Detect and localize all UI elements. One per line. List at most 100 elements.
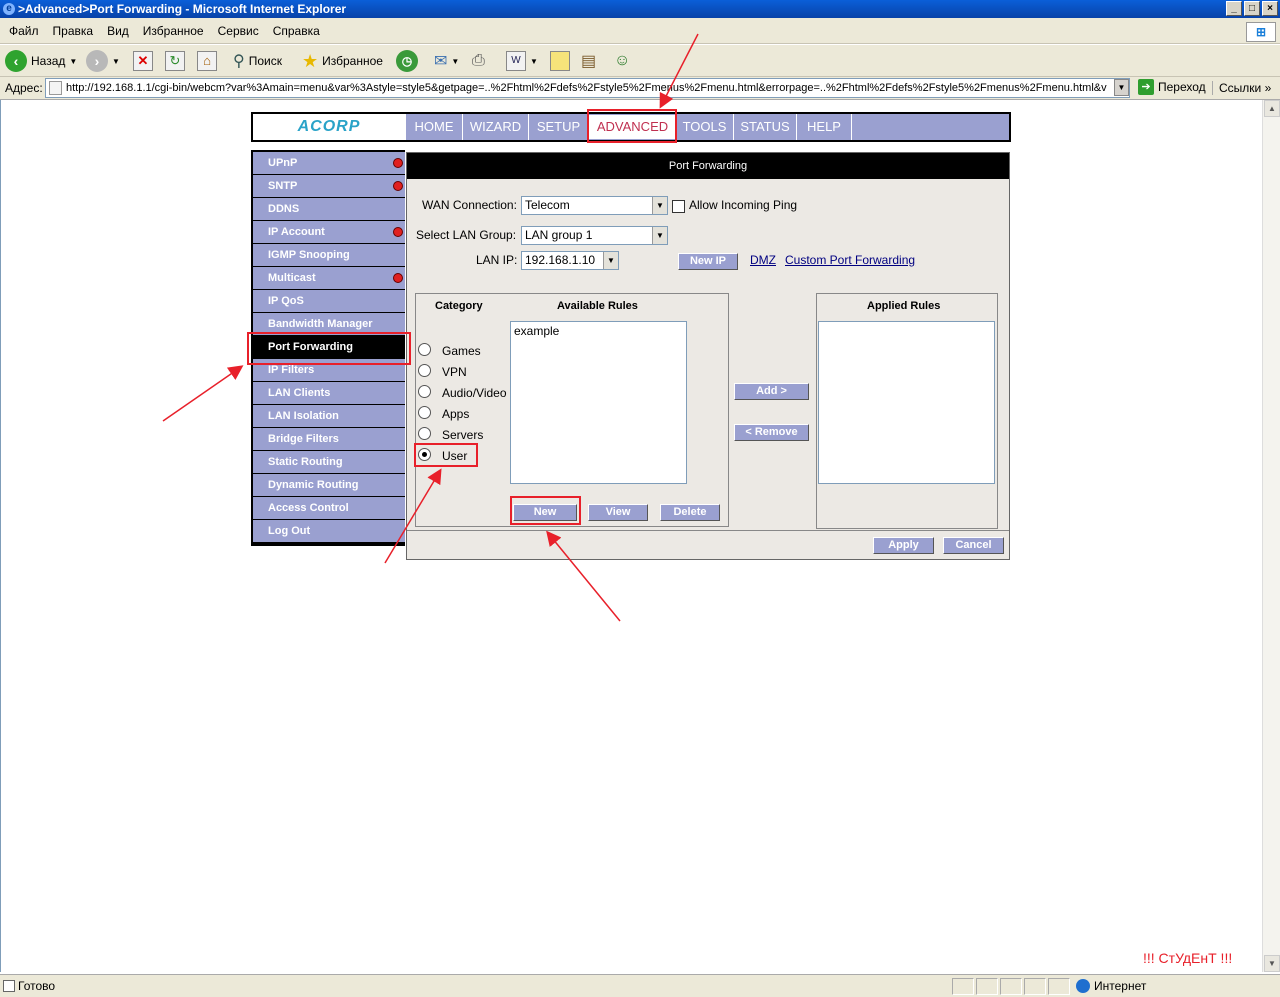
cancel-button[interactable]: Cancel <box>943 537 1004 554</box>
address-label: Адрес: <box>5 81 43 95</box>
sidebar-item-ddns[interactable]: DDNS <box>253 198 405 220</box>
sidebar-item-ip-qos[interactable]: IP QoS <box>253 290 405 312</box>
lan-ip-select[interactable]: 192.168.1.10 ▼ <box>521 251 619 270</box>
sidebar-item-label: Multicast <box>268 272 316 284</box>
category-servers-label: Servers <box>442 428 484 442</box>
sidebar-item-label: UPnP <box>268 157 298 169</box>
lan-ip-value: 192.168.1.10 <box>525 253 596 267</box>
word-icon: W <box>506 51 526 71</box>
menu-file[interactable]: Файл <box>2 18 46 44</box>
search-button[interactable]: ⚲ Поиск <box>233 49 282 73</box>
remove-rule-button[interactable]: < Remove <box>734 424 809 441</box>
go-arrow-icon: ➔ <box>1138 79 1154 95</box>
new-rule-button[interactable]: New <box>513 504 577 521</box>
windows-logo-icon: ⊞ <box>1246 22 1276 42</box>
status-dot-icon <box>393 227 403 237</box>
home-button[interactable]: ⌂ <box>197 49 217 73</box>
back-dropdown-icon[interactable]: ▼ <box>69 57 77 66</box>
menu-help[interactable]: Справка <box>266 18 327 44</box>
allow-ping-checkbox[interactable] <box>672 200 685 213</box>
links-button[interactable]: Ссылки » <box>1212 81 1271 95</box>
go-button[interactable]: ➔ Переход <box>1138 79 1206 95</box>
add-rule-button[interactable]: Add > <box>734 383 809 400</box>
toolbar: ‹ Назад ▼ › ▼ ✕ ↻ ⌂ ⚲ Поиск ★ Избранное … <box>0 45 1280 77</box>
applied-rules-list[interactable] <box>818 321 995 484</box>
edit-button[interactable]: W ▼ <box>506 49 538 73</box>
nav-help[interactable]: HELP <box>796 114 852 140</box>
page-status-icon <box>3 980 15 992</box>
status-cell <box>1048 978 1070 995</box>
new-ip-button[interactable]: New IP <box>678 253 738 270</box>
available-rules-list[interactable]: example <box>510 321 687 484</box>
discuss-button[interactable] <box>550 49 570 73</box>
sidebar-item-multicast[interactable]: Multicast <box>253 267 405 289</box>
scroll-down-icon[interactable]: ▼ <box>1264 955 1280 972</box>
menu-tools[interactable]: Сервис <box>211 18 266 44</box>
nav-wizard[interactable]: WIZARD <box>462 114 528 140</box>
menu-favorites[interactable]: Избранное <box>136 18 211 44</box>
history-button[interactable]: ◷ <box>396 49 418 73</box>
view-rule-button[interactable]: View <box>588 504 648 521</box>
sidebar-item-lan-clients[interactable]: LAN Clients <box>253 382 405 404</box>
panel-title: Port Forwarding <box>407 153 1009 179</box>
sidebar-item-ip-filters[interactable]: IP Filters <box>253 359 405 381</box>
address-input[interactable]: http://192.168.1.1/cgi-bin/webcm?var%3Am… <box>45 78 1130 98</box>
lan-group-select[interactable]: LAN group 1 ▼ <box>521 226 668 245</box>
apply-button[interactable]: Apply <box>873 537 934 554</box>
stop-button[interactable]: ✕ <box>133 49 153 73</box>
favorites-button[interactable]: ★ Избранное <box>302 49 383 73</box>
sidebar-item-static-routing[interactable]: Static Routing <box>253 451 405 473</box>
menu-edit[interactable]: Правка <box>46 18 101 44</box>
nav-setup[interactable]: SETUP <box>528 114 588 140</box>
minimize-button[interactable]: _ <box>1226 1 1242 16</box>
sidebar-item-access-control[interactable]: Access Control <box>253 497 405 519</box>
nav-status[interactable]: STATUS <box>733 114 796 140</box>
category-vpn-radio[interactable] <box>418 364 431 377</box>
status-cell <box>952 978 974 995</box>
sidebar-item-sntp[interactable]: SNTP <box>253 175 405 197</box>
sidebar-item-bandwidth-manager[interactable]: Bandwidth Manager <box>253 313 405 335</box>
category-user-radio[interactable] <box>418 448 431 461</box>
vertical-scrollbar[interactable]: ▲ ▼ <box>1262 100 1280 972</box>
sidebar-item-ip-account[interactable]: IP Account <box>253 221 405 243</box>
research-button[interactable]: ▤ <box>581 49 596 73</box>
wan-connection-select[interactable]: Telecom ▼ <box>521 196 668 215</box>
status-cell <box>1024 978 1046 995</box>
messenger-button[interactable]: ☺ <box>614 49 630 73</box>
dmz-link[interactable]: DMZ <box>750 253 776 267</box>
address-dropdown-icon[interactable]: ▼ <box>1114 79 1129 96</box>
sidebar-item-bridge-filters[interactable]: Bridge Filters <box>253 428 405 450</box>
category-apps-radio[interactable] <box>418 406 431 419</box>
sidebar-item-upnp[interactable]: UPnP <box>253 152 405 174</box>
category-servers-radio[interactable] <box>418 427 431 440</box>
scroll-up-icon[interactable]: ▲ <box>1264 100 1280 117</box>
back-button[interactable]: ‹ Назад ▼ <box>5 49 77 73</box>
sidebar-item-igmp-snooping[interactable]: IGMP Snooping <box>253 244 405 266</box>
custom-port-forwarding-link[interactable]: Custom Port Forwarding <box>785 253 915 267</box>
delete-rule-button[interactable]: Delete <box>660 504 720 521</box>
category-audio-video-label: Audio/Video <box>442 386 507 400</box>
globe-icon <box>1076 979 1090 993</box>
mail-button[interactable]: ✉ ▼ <box>434 49 459 73</box>
category-audio-video-radio[interactable] <box>418 385 431 398</box>
forward-button[interactable]: › ▼ <box>86 49 120 73</box>
sidebar-item-lan-isolation[interactable]: LAN Isolation <box>253 405 405 427</box>
refresh-button[interactable]: ↻ <box>165 49 185 73</box>
sidebar-item-label: Log Out <box>268 525 311 537</box>
maximize-button[interactable]: □ <box>1244 1 1260 16</box>
menu-view[interactable]: Вид <box>100 18 136 44</box>
nav-tools[interactable]: TOOLS <box>675 114 733 140</box>
forward-dropdown-icon[interactable]: ▼ <box>112 57 120 66</box>
sidebar-item-label: Static Routing <box>268 456 343 468</box>
sidebar-item-port-forwarding[interactable]: Port Forwarding <box>253 336 405 358</box>
print-button[interactable]: ⎙ <box>472 49 485 73</box>
sidebar-item-dynamic-routing[interactable]: Dynamic Routing <box>253 474 405 496</box>
nav-advanced[interactable]: ADVANCED <box>589 115 675 139</box>
zone-text: Интернет <box>1094 979 1147 993</box>
list-item[interactable]: example <box>514 324 683 338</box>
nav-home[interactable]: HOME <box>405 114 462 140</box>
sidebar-item-label: Port Forwarding <box>268 341 353 353</box>
close-button[interactable]: × <box>1262 1 1278 16</box>
category-games-radio[interactable] <box>418 343 431 356</box>
sidebar-item-log-out[interactable]: Log Out <box>253 520 405 542</box>
